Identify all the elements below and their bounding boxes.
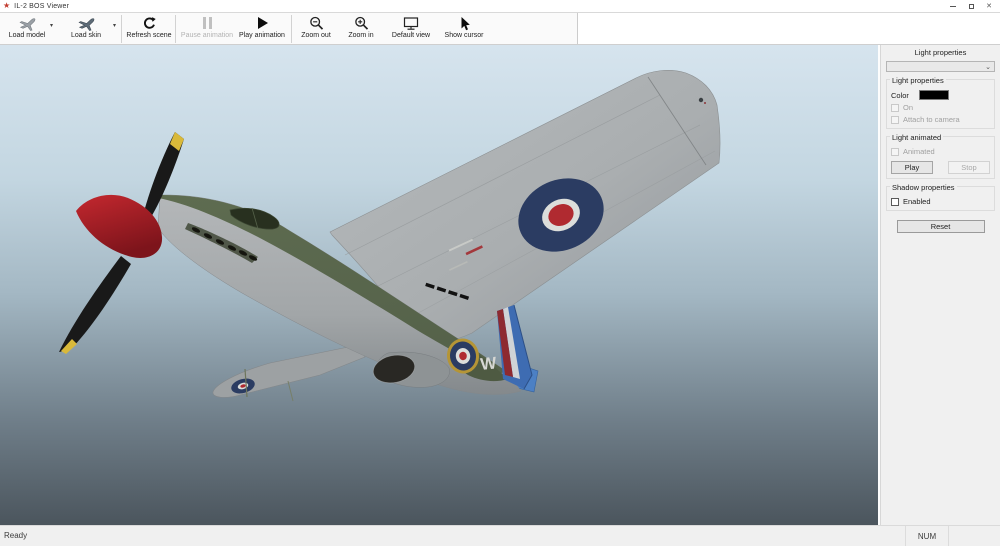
group-light-animated: Light animated Animated Play Stop [886, 133, 995, 179]
load-skin-label: Load skin [71, 32, 101, 39]
shadow-enabled-checkbox[interactable] [891, 197, 899, 206]
toolbar-separator [175, 15, 176, 43]
panel-header: Light properties [914, 48, 967, 57]
main-area: W Light properties ⌄ Light properties Co… [0, 45, 1000, 525]
status-bar: Ready NUM [0, 525, 1000, 546]
play-animation-label: Play animation [239, 32, 285, 39]
airplane-icon [18, 15, 36, 31]
refresh-scene-button[interactable]: Refresh scene [124, 13, 174, 44]
title-bar: ★ IL-2 BOS Viewer ✕ [0, 0, 1000, 12]
airplane-dark-icon [77, 15, 95, 31]
num-lock-label: NUM [917, 531, 937, 541]
play-light-button[interactable]: Play [891, 161, 933, 174]
animated-checkbox [891, 147, 899, 156]
viewport-3d[interactable]: W [0, 45, 878, 525]
group-light-properties: Light properties Color On Attach to came… [886, 76, 995, 129]
group-title: Shadow properties [890, 183, 957, 192]
show-cursor-label: Show cursor [444, 32, 484, 39]
restore-icon [968, 3, 974, 9]
light-select[interactable]: ⌄ [886, 61, 995, 72]
attach-to-camera-checkbox [891, 115, 899, 124]
show-cursor-button[interactable]: Show cursor [438, 13, 490, 44]
cursor-icon [457, 15, 471, 31]
magnifier-plus-icon [354, 15, 369, 31]
on-checkbox-row: On [891, 103, 990, 112]
load-skin-button[interactable]: Load skin [60, 13, 112, 44]
num-lock-indicator: NUM [905, 526, 949, 546]
group-shadow-properties: Shadow properties Enabled [886, 183, 995, 211]
refresh-icon [142, 15, 157, 31]
minimize-button[interactable] [944, 0, 962, 12]
wingtip-light [698, 97, 704, 103]
monitor-icon [403, 15, 419, 31]
shadow-enabled-label: Enabled [903, 197, 931, 206]
window-title: IL-2 BOS Viewer [14, 2, 70, 10]
app-icon: ★ [3, 1, 11, 10]
zoom-out-label: Zoom out [301, 32, 331, 39]
close-icon: ✕ [986, 3, 992, 10]
zoom-out-button[interactable]: Zoom out [294, 13, 338, 44]
toolbar: Load model ▾ Load skin ▾ Refresh scene P… [0, 12, 1000, 45]
magnifier-minus-icon [309, 15, 324, 31]
attach-checkbox-row: Attach to camera [891, 115, 990, 124]
toolbar-separator [291, 15, 292, 43]
default-view-label: Default view [391, 32, 431, 39]
group-title: Light properties [890, 76, 946, 85]
stop-light-button: Stop [948, 161, 990, 174]
aircraft-code-letter: W [479, 353, 498, 374]
animated-checkbox-row: Animated [891, 147, 990, 156]
enabled-checkbox-row: Enabled [891, 197, 990, 206]
pause-icon [201, 15, 214, 31]
group-title: Light animated [890, 133, 944, 142]
close-button[interactable]: ✕ [980, 0, 998, 12]
chevron-down-icon: ⌄ [985, 64, 991, 71]
load-model-label: Load model [8, 32, 46, 39]
zoom-in-button[interactable]: Zoom in [340, 13, 382, 44]
color-swatch[interactable] [919, 90, 949, 100]
toolbar-separator [121, 15, 122, 43]
load-model-dropdown-icon[interactable]: ▾ [50, 22, 53, 29]
animated-checkbox-label: Animated [903, 147, 935, 156]
on-checkbox [891, 103, 899, 112]
zoom-in-label: Zoom in [348, 32, 374, 39]
pause-animation-button: Pause animation [178, 13, 236, 44]
refresh-scene-label: Refresh scene [126, 32, 172, 39]
load-model-button[interactable]: Load model [2, 13, 52, 44]
color-label: Color [891, 90, 909, 100]
window-controls: ✕ [944, 0, 998, 12]
minimize-icon [950, 5, 956, 7]
play-icon [256, 15, 269, 31]
default-view-button[interactable]: Default view [384, 13, 438, 44]
maximize-button[interactable] [962, 0, 980, 12]
reset-button[interactable]: Reset [896, 220, 985, 233]
attach-to-camera-label: Attach to camera [903, 115, 960, 124]
scene-render: W [0, 45, 878, 525]
wingtip-light-red [704, 102, 706, 104]
status-message: Ready [4, 531, 28, 540]
load-skin-dropdown-icon[interactable]: ▾ [113, 22, 116, 29]
play-animation-button[interactable]: Play animation [236, 13, 288, 44]
pause-animation-label: Pause animation [180, 32, 234, 39]
on-checkbox-label: On [903, 103, 914, 112]
light-properties-panel: Light properties ⌄ Light properties Colo… [880, 45, 1000, 525]
